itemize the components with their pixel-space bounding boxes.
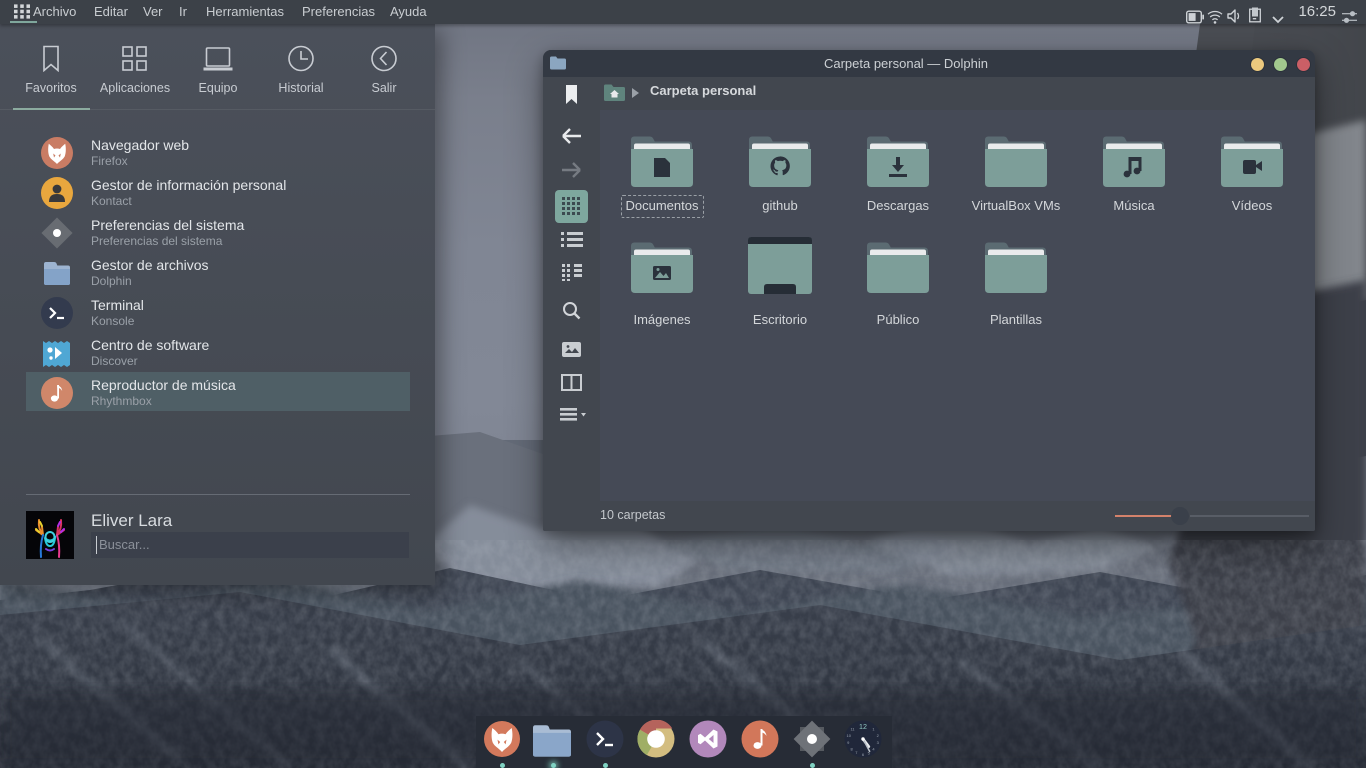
svg-text:7: 7 [855,750,857,755]
svg-text:12: 12 [859,723,867,731]
svg-text:2: 2 [877,733,879,738]
